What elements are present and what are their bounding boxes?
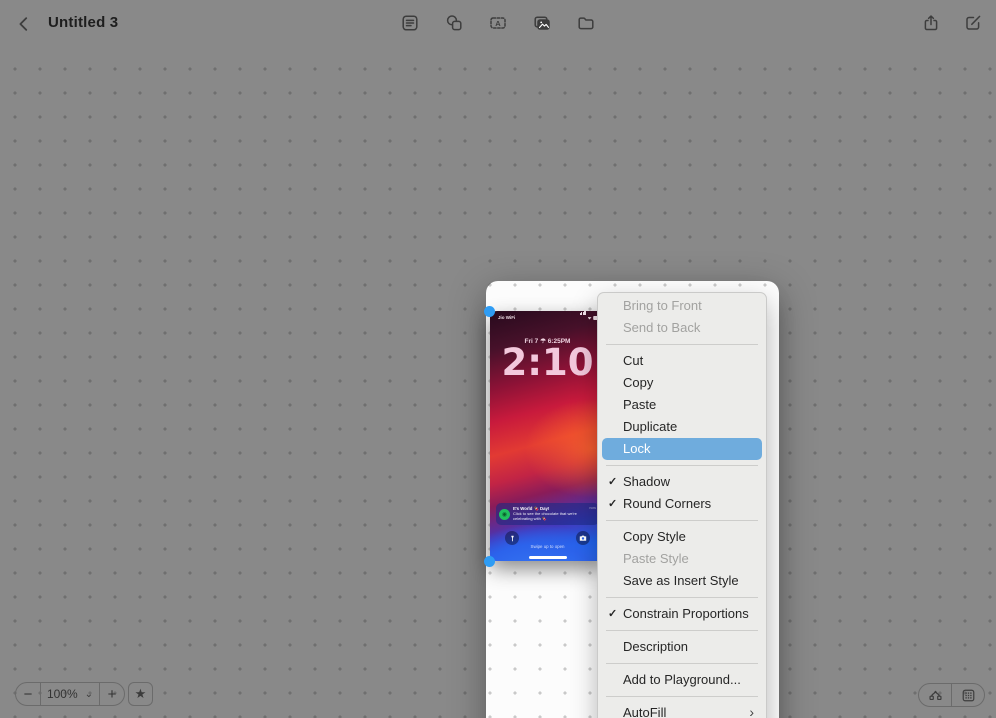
menu-separator	[606, 344, 758, 345]
shapes-button[interactable]	[443, 12, 465, 34]
submenu-chevron-icon: ›	[749, 701, 754, 718]
menu-item-duplicate[interactable]: Duplicate	[602, 416, 762, 438]
home-indicator	[529, 556, 567, 559]
text-box-button[interactable]: A	[487, 12, 509, 34]
canvas-image-iphone-lockscreen[interactable]: Jio WiFi Fri 7 ☂ 6:25PM 2:10 ◉ It's Worl…	[490, 311, 605, 561]
chevron-down-icon: ⌄	[85, 689, 93, 700]
notification-app-icon: ◉	[499, 509, 510, 520]
menu-item-paste[interactable]: Paste	[602, 394, 762, 416]
checkmark-icon: ✓	[608, 603, 617, 625]
favorites-button[interactable]: ★	[128, 682, 153, 706]
menu-item-copy[interactable]: Copy	[602, 372, 762, 394]
toolbar: Untitled 3 A	[0, 0, 996, 48]
phone-status-bar: Jio WiFi	[490, 311, 605, 321]
folder-icon	[576, 13, 596, 33]
menu-item-bring-to-front: Bring to Front	[602, 295, 762, 317]
minus-icon: −	[24, 686, 33, 703]
chevron-left-icon	[15, 15, 33, 33]
media-button[interactable]	[531, 12, 553, 34]
lockscreen-notification: ◉ It's World 🍫 Day! Click to see the cho…	[496, 503, 599, 525]
back-button[interactable]	[12, 12, 36, 36]
menu-separator	[606, 597, 758, 598]
lockscreen-clock: 2:10	[490, 341, 605, 384]
menu-separator	[606, 630, 758, 631]
menu-item-round-corners[interactable]: ✓Round Corners	[602, 493, 762, 515]
insert-file-button[interactable]	[575, 12, 597, 34]
toolbar-right-group	[920, 12, 984, 34]
menu-separator	[606, 663, 758, 664]
menu-item-paste-style: Paste Style	[602, 548, 762, 570]
selection-handle-bottom-left[interactable]	[484, 556, 495, 567]
notification-time: now	[589, 506, 596, 510]
compose-icon	[963, 13, 983, 33]
checkmark-icon: ✓	[608, 493, 617, 515]
board-canvas[interactable]: Jio WiFi Fri 7 ☂ 6:25PM 2:10 ◉ It's Worl…	[0, 48, 996, 718]
camera-icon	[579, 534, 587, 542]
diagram-icon	[927, 687, 944, 704]
menu-separator	[606, 465, 758, 466]
new-board-button[interactable]	[962, 12, 984, 34]
menu-separator	[606, 520, 758, 521]
grid-icon	[960, 687, 977, 704]
context-menu: Bring to Front Send to Back Cut Copy Pas…	[597, 292, 767, 718]
selection-handle-top-left[interactable]	[484, 306, 495, 317]
zoom-level-dropdown[interactable]: 100% ⌄	[40, 683, 100, 705]
cellular-signal-icon	[580, 311, 586, 320]
grid-view-button[interactable]	[951, 684, 984, 706]
flashlight-icon	[509, 535, 516, 542]
note-icon	[400, 13, 420, 33]
menu-item-lock[interactable]: Lock	[602, 438, 762, 460]
shapes-icon	[444, 13, 464, 33]
menu-item-cut[interactable]: Cut	[602, 350, 762, 372]
checkmark-icon: ✓	[608, 471, 617, 493]
scene-navigator-button[interactable]	[919, 684, 951, 706]
zoom-level-value: 100%	[47, 687, 78, 701]
wifi-icon	[588, 317, 592, 320]
zoom-in-button[interactable]: +	[100, 683, 124, 705]
share-icon	[921, 13, 941, 33]
menu-item-constrain-proportions[interactable]: ✓Constrain Proportions	[602, 603, 762, 625]
menu-item-copy-style[interactable]: Copy Style	[602, 526, 762, 548]
menu-item-description[interactable]: Description	[602, 636, 762, 658]
svg-text:A: A	[495, 19, 501, 28]
flashlight-button	[505, 531, 519, 545]
zoom-control: − 100% ⌄ +	[15, 682, 125, 706]
menu-item-save-as-insert-style[interactable]: Save as Insert Style	[602, 570, 762, 592]
document-title: Untitled 3	[48, 14, 118, 31]
star-icon: ★	[135, 686, 147, 702]
swipe-up-label: Swipe up to open	[490, 544, 605, 549]
media-icon	[532, 13, 552, 33]
menu-item-send-to-back: Send to Back	[602, 317, 762, 339]
menu-item-add-to-playground[interactable]: Add to Playground...	[602, 669, 762, 691]
notification-body: Click to see the chocolate that we're ce…	[513, 512, 593, 522]
carrier-label: Jio WiFi	[498, 315, 515, 320]
share-button[interactable]	[920, 12, 942, 34]
insert-tool-group: A	[399, 12, 597, 34]
textbox-icon: A	[488, 13, 508, 33]
menu-separator	[606, 696, 758, 697]
sticky-note-button[interactable]	[399, 12, 421, 34]
bottom-right-controls	[918, 683, 985, 707]
menu-item-autofill[interactable]: AutoFill›	[602, 702, 762, 718]
plus-icon: +	[108, 686, 117, 703]
camera-button	[576, 531, 590, 545]
zoom-out-button[interactable]: −	[16, 683, 40, 705]
menu-item-shadow[interactable]: ✓Shadow	[602, 471, 762, 493]
